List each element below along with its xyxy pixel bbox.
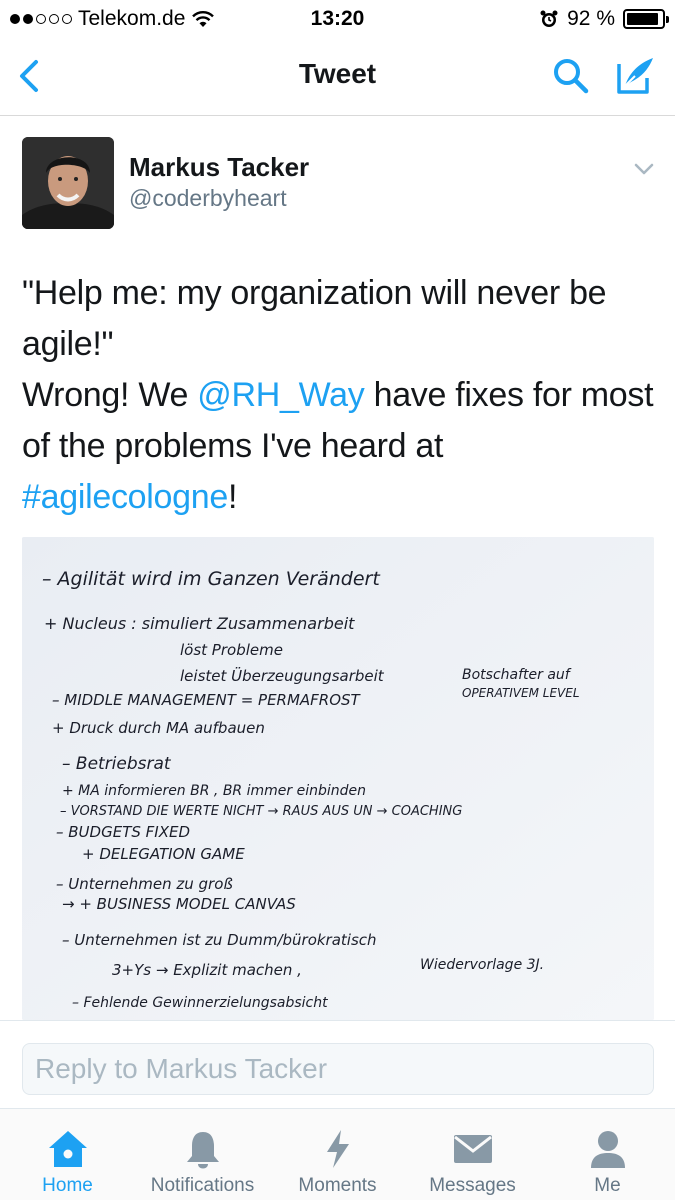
whiteboard-line: – Betriebsrat	[62, 754, 172, 774]
mention-link[interactable]: @RH_Way	[197, 376, 364, 414]
tab-label-me: Me	[594, 1175, 621, 1196]
whiteboard-line: – MIDDLE MANAGEMENT = PERMAFROST	[52, 691, 362, 709]
whiteboard-line: Wiedervorlage 3J.	[420, 957, 544, 973]
tab-moments[interactable]: Moments	[270, 1109, 405, 1200]
status-right: 92 %	[539, 7, 669, 31]
whiteboard-line: – VORSTAND DIE WERTE NICHT → RAUS AUS UN…	[60, 804, 462, 819]
person-icon	[586, 1127, 630, 1171]
bell-icon	[181, 1127, 225, 1171]
search-icon[interactable]	[551, 56, 591, 96]
home-icon	[46, 1127, 90, 1171]
whiteboard-svg: – Agilität wird im Ganzen Verändert + Nuc…	[22, 537, 654, 1020]
whiteboard-line: + Druck durch MA aufbauen	[52, 719, 265, 737]
whiteboard-line: + Nucleus : simuliert Zusammenarbeit	[44, 614, 355, 633]
whiteboard-line: Botschafter auf	[462, 667, 572, 683]
author-handle[interactable]: @coderbyheart	[129, 185, 287, 212]
alarm-icon	[540, 10, 558, 27]
tab-bar: Home Notifications Moments Messages Me	[0, 1108, 675, 1200]
whiteboard-line: – Unternehmen ist zu Dumm/bürokratisch	[62, 931, 377, 949]
tweet-text-quote: "Help me: my organization will never be …	[22, 274, 607, 363]
tweet-text: "Help me: my organization will never be …	[22, 268, 657, 523]
tab-messages[interactable]: Messages	[405, 1109, 540, 1200]
whiteboard-line: – Unternehmen zu groß	[56, 875, 233, 893]
navigation-bar: Tweet	[0, 38, 675, 116]
battery-icon	[623, 9, 669, 29]
whiteboard-line: → + BUSINESS MODEL CANVAS	[62, 895, 296, 913]
whiteboard-line: + DELEGATION GAME	[82, 845, 245, 863]
battery-percent: 92 %	[567, 7, 615, 30]
tab-label-notifications: Notifications	[150, 1175, 255, 1196]
author-name[interactable]: Markus Tacker	[129, 152, 309, 183]
tweet-text-end: !	[227, 478, 238, 516]
tweet-text-wrong: Wrong! We	[22, 376, 198, 414]
battery-level	[627, 13, 659, 25]
tab-label-messages: Messages	[429, 1175, 516, 1196]
status-bar: Telekom.de 13:20 92 %	[0, 0, 675, 38]
tab-me[interactable]: Me	[540, 1109, 675, 1200]
whiteboard-line: 3+Ys → Explizit machen ,	[112, 961, 302, 979]
tab-notifications[interactable]: Notifications	[135, 1109, 270, 1200]
reply-bar	[0, 1020, 675, 1108]
whiteboard-line: – Fehlende Gewinnerzielungsabsicht	[72, 995, 328, 1011]
reply-input[interactable]	[22, 1043, 654, 1095]
avatar[interactable]	[22, 137, 114, 229]
compose-tweet-icon[interactable]	[615, 54, 657, 96]
avatar-photo	[22, 137, 114, 229]
whiteboard-line: + MA informieren BR , BR immer einbinden	[62, 783, 366, 799]
tab-label-moments: Moments	[298, 1175, 377, 1196]
chevron-down-icon[interactable]	[633, 158, 655, 180]
whiteboard-line: leistet Überzeugungsarbeit	[180, 666, 385, 685]
hashtag-link[interactable]: #agilecologne	[22, 478, 228, 516]
tweet-media-photo[interactable]: – Agilität wird im Ganzen Verändert + Nuc…	[22, 537, 654, 1020]
tab-label-home: Home	[42, 1175, 93, 1196]
whiteboard-line: – BUDGETS FIXED	[56, 823, 190, 841]
whiteboard-line: löst Probleme	[180, 641, 283, 659]
whiteboard-line: – Agilität wird im Ganzen Verändert	[42, 568, 381, 590]
whiteboard-line: OPERATIVEM LEVEL	[462, 686, 580, 700]
envelope-icon	[451, 1127, 495, 1171]
lightning-icon	[316, 1127, 360, 1171]
tab-home[interactable]: Home	[0, 1109, 135, 1200]
